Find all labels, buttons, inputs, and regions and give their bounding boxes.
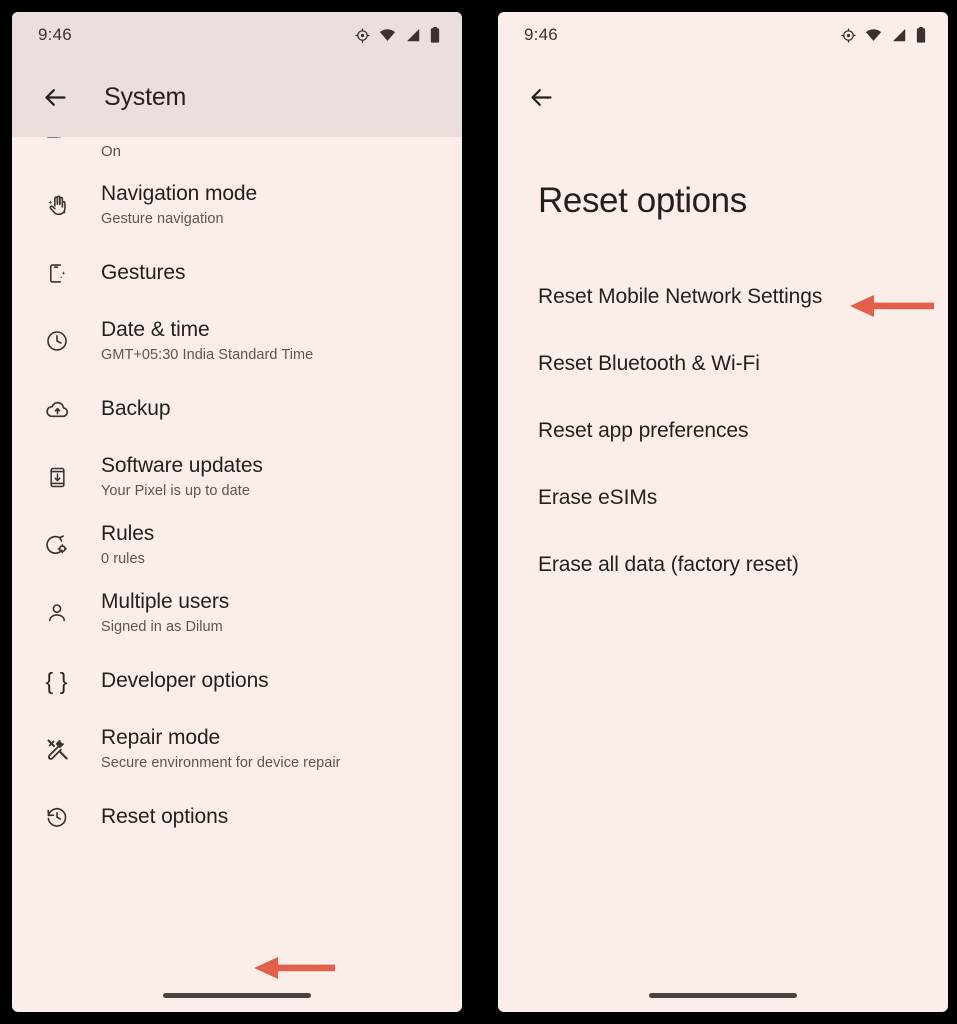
list-item-subtitle: Your Pixel is up to date [101, 483, 250, 500]
history-reset-icon [38, 805, 76, 829]
list-item-label: Reset Mobile Network Settings [538, 284, 823, 308]
list-item-clipped[interactable]: On [12, 137, 462, 171]
braces-icon: { } [38, 668, 76, 695]
reset-options-list: Reset Mobile Network Settings Reset Blue… [498, 221, 948, 598]
app-bar: System [12, 58, 462, 137]
hammer-wrench-icon [38, 737, 76, 762]
list-item-label: Reset Bluetooth & Wi-Fi [538, 351, 760, 375]
list-item-text: Date & time GMT+05:30 India Standard Tim… [101, 317, 313, 365]
list-item-reset-options[interactable]: Reset options [12, 783, 462, 851]
list-item-subtitle: Signed in as Dilum [101, 619, 223, 636]
list-item-text: Rules 0 rules [101, 521, 154, 569]
list-item-rules[interactable]: Rules 0 rules [12, 511, 462, 579]
location-icon [841, 27, 856, 43]
list-item-text: Backup [101, 396, 171, 422]
list-item-erase-all-data[interactable]: Erase all data (factory reset) [498, 531, 948, 598]
list-item-subtitle: GMT+05:30 India Standard Time [101, 347, 314, 364]
list-item-title: Software updates [101, 453, 263, 477]
clock-icon [38, 329, 76, 353]
list-item-title: Date & time [101, 317, 210, 341]
hand-gesture-icon [38, 193, 76, 218]
rules-gear-icon [38, 533, 76, 558]
list-item-backup[interactable]: Backup [12, 375, 462, 443]
list-item-title: Backup [101, 396, 171, 420]
back-button[interactable] [524, 81, 558, 115]
list-item-text: Navigation mode Gesture navigation [101, 181, 257, 229]
list-item-reset-bluetooth-wifi[interactable]: Reset Bluetooth & Wi-Fi [498, 330, 948, 397]
status-bar-clock: 9:46 [38, 25, 72, 44]
list-item-text: Gestures [101, 260, 186, 286]
location-icon [355, 27, 370, 43]
phone-download-icon [38, 466, 76, 489]
status-bar: 9:46 [12, 12, 462, 58]
list-item-text: Repair mode Secure environment for devic… [101, 725, 341, 773]
list-item-label: Erase eSIMs [538, 485, 658, 509]
page-title: Reset options [538, 181, 747, 220]
list-item-software-updates[interactable]: Software updates Your Pixel is up to dat… [12, 443, 462, 511]
list-item-navigation-mode[interactable]: Navigation mode Gesture navigation [12, 171, 462, 239]
list-item-title: Gestures [101, 260, 186, 284]
list-item-gestures[interactable]: Gestures [12, 239, 462, 307]
list-item-title: Reset options [101, 804, 229, 828]
list-item-subtitle: 0 rules [101, 551, 145, 568]
annotation-arrow-reset-mobile-network [848, 293, 936, 324]
annotation-arrow-reset-options [252, 955, 337, 986]
list-item-title: Navigation mode [101, 181, 258, 205]
status-bar-icons [841, 27, 926, 43]
system-settings-list: On Navigation mode Gesture navigation Ge… [12, 137, 462, 851]
list-item-date-time[interactable]: Date & time GMT+05:30 India Standard Tim… [12, 307, 462, 375]
left-phone-screen: 9:46 System On Navigation mode Gesture n… [12, 12, 462, 1012]
list-item-title: Repair mode [101, 725, 221, 749]
wifi-icon [865, 28, 882, 42]
person-icon [38, 601, 76, 625]
list-item-developer-options[interactable]: { } Developer options [12, 647, 462, 715]
battery-icon [916, 27, 926, 43]
phone-gesture-icon [38, 262, 76, 285]
list-item-text: Reset options [101, 804, 228, 830]
app-bar [498, 58, 948, 137]
wifi-icon [379, 28, 396, 42]
gesture-navigation-bar[interactable] [649, 993, 797, 998]
list-item-text: Multiple users Signed in as Dilum [101, 589, 229, 637]
list-item-title: Multiple users [101, 589, 230, 613]
list-item-repair-mode[interactable]: Repair mode Secure environment for devic… [12, 715, 462, 783]
page-title: System [104, 83, 187, 111]
status-bar: 9:46 [498, 12, 948, 58]
list-item-title: Developer options [101, 668, 269, 692]
list-item-subtitle: Secure environment for device repair [101, 755, 341, 772]
list-item-multiple-users[interactable]: Multiple users Signed in as Dilum [12, 579, 462, 647]
back-arrow-icon [42, 84, 69, 111]
list-item-title: Rules [101, 521, 155, 545]
list-item-subtitle: On [101, 143, 122, 160]
back-arrow-icon [528, 84, 555, 111]
keyboard-icon [38, 137, 76, 145]
gesture-navigation-bar[interactable] [163, 993, 311, 998]
list-item-text: Developer options [101, 668, 269, 694]
cloud-upload-icon [38, 397, 76, 422]
cellular-signal-icon [891, 28, 907, 42]
braces-glyph: { } [45, 667, 69, 694]
cellular-signal-icon [405, 28, 421, 42]
status-bar-icons [355, 27, 440, 43]
list-item-text: Software updates Your Pixel is up to dat… [101, 453, 263, 501]
list-item-subtitle: Gesture navigation [101, 211, 224, 228]
list-item-erase-esims[interactable]: Erase eSIMs [498, 464, 948, 531]
list-item-label: Reset app preferences [538, 418, 749, 442]
battery-icon [430, 27, 440, 43]
back-button[interactable] [38, 81, 72, 115]
screenshot-stage: 9:46 System On Navigation mode Gesture n… [0, 0, 957, 1024]
status-bar-clock: 9:46 [524, 25, 558, 44]
list-item-reset-app-preferences[interactable]: Reset app preferences [498, 397, 948, 464]
list-item-label: Erase all data (factory reset) [538, 552, 799, 576]
right-phone-screen: 9:46 Reset options Reset Mobile Network … [498, 12, 948, 1012]
